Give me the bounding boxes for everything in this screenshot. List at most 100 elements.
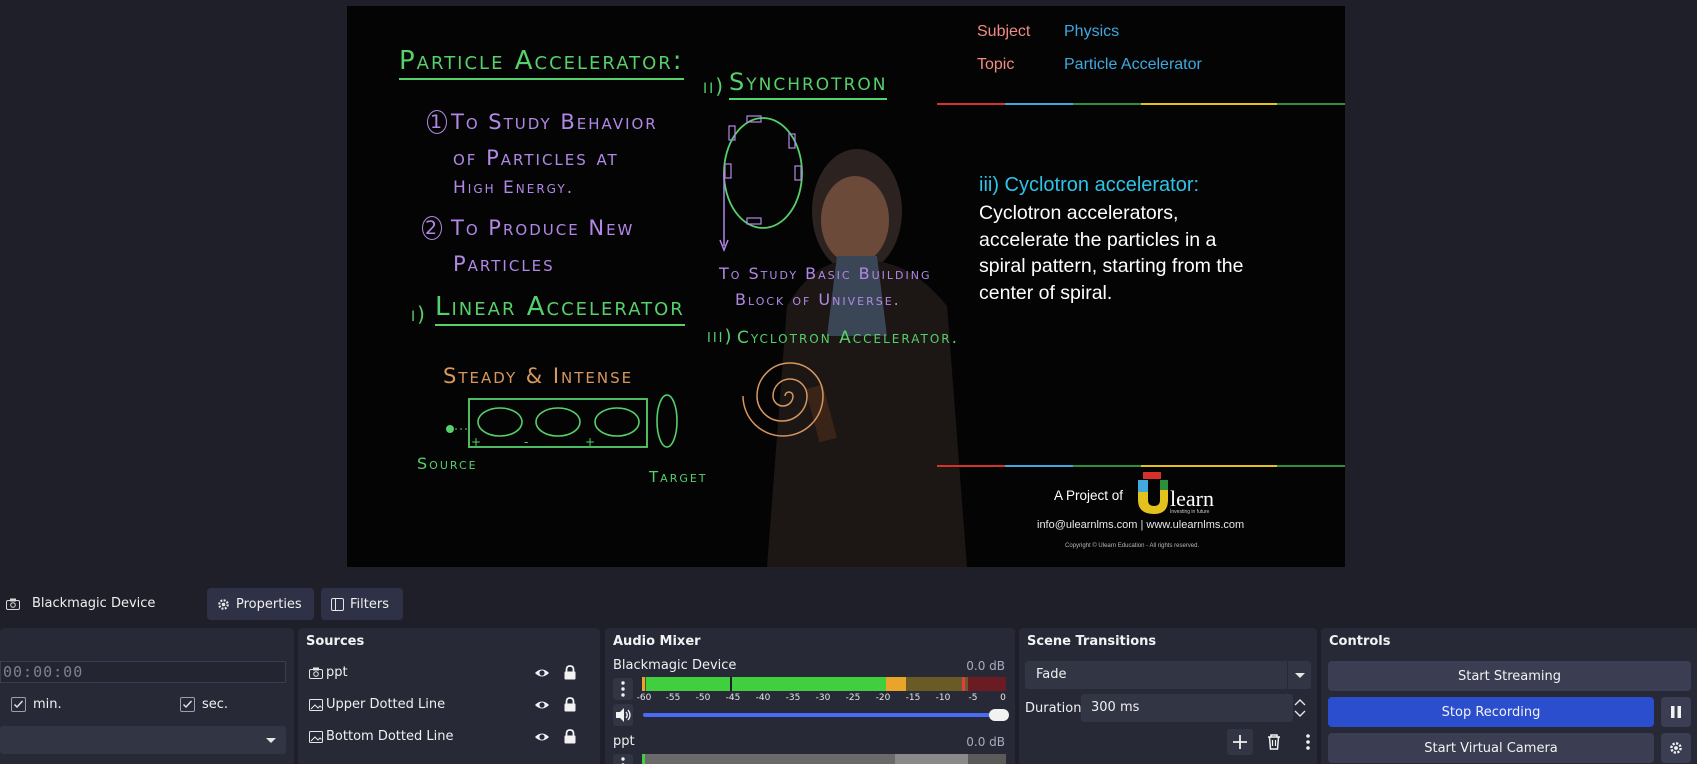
- mixer-channel-db: 0.0 dB: [966, 659, 1005, 673]
- tick-label: -35: [785, 693, 801, 703]
- source-context-bar: Blackmagic Device Properties Filters: [0, 584, 1697, 624]
- topic-key: Topic: [977, 56, 1015, 73]
- start-virtual-camera-button[interactable]: Start Virtual Camera: [1328, 733, 1654, 763]
- source-item-upper-dotted-line[interactable]: Upper Dotted Line: [298, 690, 600, 720]
- kebab-menu-icon: [621, 681, 625, 697]
- mixer-channel-menu-button[interactable]: [613, 754, 633, 764]
- controls-dock: Controls Start Streaming Stop Recording …: [1321, 628, 1697, 764]
- tick-label: -60: [636, 693, 652, 703]
- transition-selected: Fade: [1036, 667, 1067, 682]
- bottom-stripe: [937, 465, 1345, 467]
- visibility-eye-icon[interactable]: [534, 698, 550, 712]
- chevron-down-icon[interactable]: [1294, 710, 1306, 717]
- tick-label: -5: [968, 693, 978, 703]
- tick-label: -40: [755, 693, 771, 703]
- logo-tagline: Investing in future: [1170, 509, 1210, 515]
- gear-icon: [1670, 742, 1682, 754]
- duration-input[interactable]: 300 ms: [1081, 694, 1293, 722]
- source-label: Upper Dotted Line: [326, 697, 446, 712]
- contact-line: info@ulearnlms.com | www.ulearnlms.com: [1037, 519, 1245, 531]
- subject-value: Physics: [1064, 23, 1120, 40]
- scenes-dock: 00:00:00: [0, 628, 294, 764]
- mixer-channel-name: Blackmagic Device: [613, 658, 737, 673]
- ulearn-logo: learn Investing in future: [1130, 472, 1220, 516]
- source-item-bottom-dotted-line[interactable]: Bottom Dotted Line: [298, 722, 600, 752]
- source-item-ppt[interactable]: ppt: [298, 658, 600, 688]
- camera-icon: [6, 598, 20, 610]
- tick-label: -50: [695, 693, 711, 703]
- sources-dock: Sources ppt Upper Dotted Line Bottom Dot…: [298, 628, 600, 764]
- pause-recording-button[interactable]: [1661, 697, 1691, 727]
- sec-checkbox[interactable]: [180, 697, 195, 712]
- transition-dropdown[interactable]: Fade: [1025, 661, 1311, 689]
- board-plus-2: +: [585, 435, 595, 449]
- min-label: min.: [33, 697, 62, 712]
- chevron-down-icon: [266, 738, 276, 743]
- remove-transition-button[interactable]: [1261, 729, 1287, 755]
- program-preview: Particle Accelerator: 1 To Study Behavio…: [347, 6, 1345, 567]
- mixer-tick-scale: -60 -55 -50 -45 -40 -35 -30 -25 -20 -15 …: [637, 693, 1012, 705]
- mute-button[interactable]: [613, 704, 633, 726]
- sec-label: sec.: [202, 697, 229, 712]
- pause-icon: [1671, 706, 1681, 718]
- kebab-menu-icon: [621, 757, 625, 764]
- upper-stripe: [937, 103, 1345, 105]
- trash-icon: [1268, 734, 1280, 750]
- start-streaming-button[interactable]: Start Streaming: [1328, 661, 1691, 691]
- filters-button[interactable]: Filters: [321, 588, 403, 620]
- volume-track: [643, 713, 993, 717]
- add-transition-button[interactable]: [1227, 729, 1253, 755]
- tick-label: -45: [725, 693, 741, 703]
- mixer-level-meter: [642, 677, 1006, 691]
- virtual-camera-settings-button[interactable]: [1661, 733, 1691, 763]
- slide-heading: iii) Cyclotron accelerator:: [979, 174, 1200, 196]
- mixer-channel-name: ppt: [613, 734, 635, 749]
- stop-recording-button[interactable]: Stop Recording: [1328, 697, 1654, 727]
- visibility-eye-icon[interactable]: [534, 666, 550, 680]
- filters-label: Filters: [350, 596, 389, 612]
- image-icon: [309, 731, 323, 743]
- scene-transitions-title: Scene Transitions: [1027, 634, 1157, 649]
- tick-label: -10: [935, 693, 951, 703]
- source-label: Bottom Dotted Line: [326, 729, 454, 744]
- properties-label: Properties: [236, 596, 302, 612]
- gear-icon: [218, 598, 229, 610]
- check-icon: [183, 700, 193, 709]
- selected-source-name: Blackmagic Device: [32, 596, 156, 611]
- subject-key: Subject: [977, 23, 1031, 40]
- volume-knob[interactable]: [989, 709, 1009, 721]
- source-label: ppt: [326, 665, 348, 680]
- min-checkbox[interactable]: [11, 697, 26, 712]
- duration-spinner[interactable]: [1289, 694, 1311, 722]
- tick-label: -30: [815, 693, 831, 703]
- project-label: A Project of: [1054, 488, 1124, 503]
- timer-input[interactable]: 00:00:00: [0, 661, 286, 683]
- mixer-channel-menu-button[interactable]: [613, 678, 633, 700]
- lock-icon[interactable]: [563, 697, 577, 712]
- chevron-up-icon[interactable]: [1294, 699, 1306, 706]
- lock-icon[interactable]: [563, 729, 577, 744]
- chevron-down-icon: [1295, 673, 1305, 678]
- topic-value: Particle Accelerator: [1064, 56, 1202, 73]
- transition-properties-button[interactable]: [1295, 729, 1317, 755]
- volume-slider[interactable]: [643, 707, 1009, 723]
- tick-label: -55: [665, 693, 681, 703]
- kebab-menu-icon: [1306, 734, 1310, 750]
- board-minus: -: [524, 435, 528, 449]
- scene-dropdown[interactable]: [0, 726, 286, 754]
- plus-icon: [1233, 735, 1247, 749]
- tick-label: 0: [1000, 693, 1006, 703]
- dropdown-arrow[interactable]: [1287, 661, 1311, 689]
- copyright-line: Copyright © Ulearn Education - All right…: [1065, 543, 1200, 549]
- visibility-eye-icon[interactable]: [534, 730, 550, 744]
- tick-label: -25: [845, 693, 861, 703]
- lock-icon[interactable]: [563, 665, 577, 680]
- sources-title: Sources: [306, 634, 365, 649]
- audio-mixer-dock: Audio Mixer Blackmagic Device 0.0 dB -60…: [605, 628, 1015, 764]
- properties-button[interactable]: Properties: [207, 588, 314, 620]
- mixer-channel-db: 0.0 dB: [966, 735, 1005, 749]
- check-icon: [14, 700, 24, 709]
- board-plus-1: +: [471, 435, 481, 449]
- controls-title: Controls: [1329, 634, 1391, 649]
- duration-value: 300 ms: [1091, 700, 1140, 715]
